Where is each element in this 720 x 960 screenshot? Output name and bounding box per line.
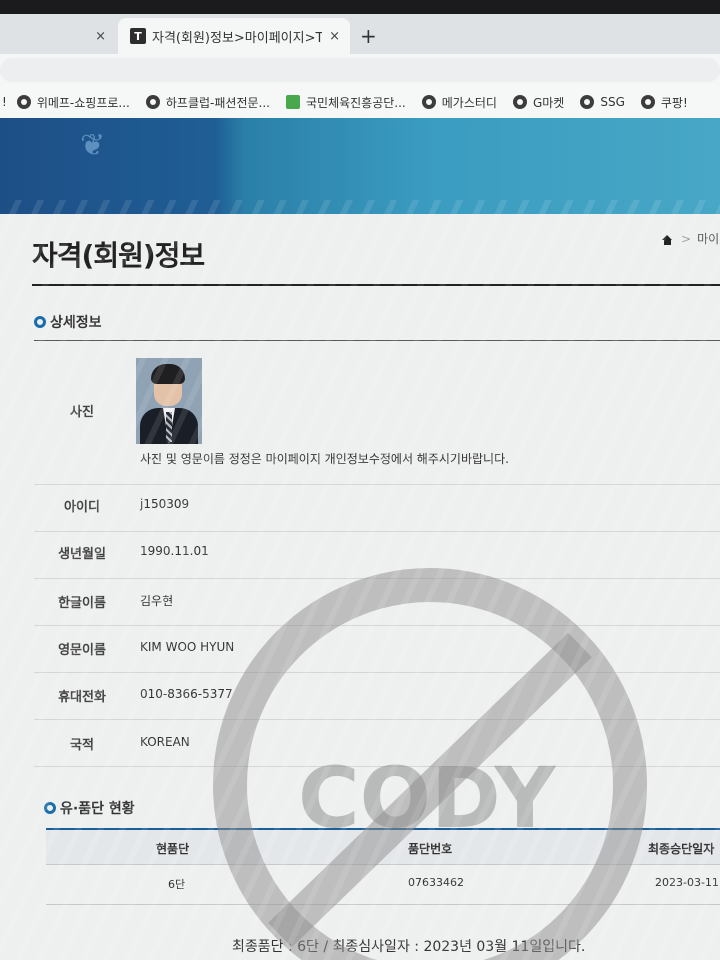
bookmark-label: 위메프-쇼핑프로...	[36, 95, 130, 110]
section-details-heading: 상세정보	[34, 312, 102, 332]
details-table-top-rule	[34, 340, 720, 341]
birthdate-value: 1990.11.01	[140, 544, 209, 558]
row-divider	[34, 484, 720, 485]
bookmark-halfclub[interactable]: 하프클럽-패션전문...	[145, 94, 270, 111]
page-title: 자격(회원)정보	[32, 239, 205, 272]
mobile-value: 010-8366-5377	[140, 687, 233, 701]
row-divider	[34, 719, 720, 720]
bookmark-megastudy[interactable]: 메가스터디	[421, 94, 497, 111]
birthdate-label: 생년월일	[58, 547, 106, 562]
bullet-circle-icon	[44, 802, 56, 814]
monitor-bezel	[0, 0, 720, 14]
tab-close-icon[interactable]: ×	[95, 29, 106, 44]
row-divider	[34, 578, 720, 579]
globe-icon	[640, 95, 655, 109]
nationality-label: 국적	[70, 738, 94, 753]
globe-icon	[16, 95, 31, 109]
row-divider	[34, 672, 720, 673]
tab-strip: × T 자격(회원)정보>마이페이지>To × +	[0, 14, 720, 54]
korean-name-value: 김우현	[140, 594, 174, 608]
column-header: 품단번호	[408, 842, 453, 856]
tab-active[interactable]: T 자격(회원)정보>마이페이지>To ×	[118, 18, 350, 54]
row-divider	[34, 531, 720, 532]
table-cell-grade: 6단	[168, 878, 186, 891]
bookmark-kspo[interactable]: 국민체육진흥공단...	[285, 94, 406, 111]
section-title: 유·품단 현황	[60, 801, 135, 817]
grade-summary: 최종품단 : 6단 / 최종심사일자 : 2023년 03월 11일입니다.	[232, 939, 586, 955]
row-divider	[46, 864, 720, 865]
banner-graphic-icon: ❦	[80, 128, 106, 163]
bookmark-label: 국민체육진흥공단...	[305, 95, 406, 110]
table-cell-promotion-date: 2023-03-11	[655, 876, 719, 889]
bookmark-label: G마켓	[532, 95, 565, 110]
bookmark-item[interactable]: !	[2, 95, 7, 109]
kspo-icon	[285, 95, 300, 109]
tab-previous[interactable]: ×	[0, 18, 118, 54]
korean-name-label: 한글이름	[58, 596, 106, 611]
row-divider	[34, 625, 720, 626]
home-icon[interactable]	[662, 234, 673, 245]
mobile-label: 휴대전화	[58, 690, 106, 705]
bookmark-label: 메가스터디	[441, 95, 497, 110]
address-bar-area	[0, 54, 720, 86]
english-name-label: 영문이름	[58, 643, 106, 658]
english-name-value: KIM WOO HYUN	[140, 640, 235, 654]
address-bar[interactable]	[0, 58, 720, 82]
column-header: 현품단	[156, 842, 190, 856]
breadcrumb-separator: >	[681, 232, 692, 246]
breadcrumb: > 마이	[662, 230, 719, 247]
row-divider	[46, 904, 720, 905]
new-tab-button[interactable]: +	[360, 24, 377, 48]
section-title: 상세정보	[50, 315, 102, 331]
member-photo	[136, 358, 202, 444]
bullet-circle-icon	[34, 316, 46, 328]
title-divider	[32, 284, 720, 286]
globe-icon	[145, 95, 160, 109]
section-grades-heading: 유·품단 현황	[44, 798, 135, 818]
site-favicon-icon: T	[130, 28, 146, 44]
breadcrumb-current[interactable]: 마이	[697, 232, 719, 246]
table-cell-grade-number: 07633462	[408, 876, 464, 889]
bookmark-ssg[interactable]: SSG	[580, 95, 625, 109]
grades-table-header: 현품단 품단번호 최종승단일자	[46, 830, 720, 864]
bookmark-coupang[interactable]: 쿠팡!	[640, 94, 688, 111]
column-header: 최종승단일자	[648, 842, 715, 856]
id-label: 아이디	[64, 500, 100, 515]
photo-note: 사진 및 영문이름 정정은 마이페이지 개인정보수정에서 해주시기바랍니다.	[140, 452, 509, 466]
tab-close-icon[interactable]: ×	[329, 29, 340, 44]
globe-icon	[512, 95, 527, 109]
bookmark-wemakeprice[interactable]: 위메프-쇼핑프로...	[16, 94, 130, 111]
row-divider	[34, 766, 720, 767]
nationality-value: KOREAN	[140, 735, 190, 749]
bookmark-gmarket[interactable]: G마켓	[512, 94, 565, 111]
bookmark-label: SSG	[600, 95, 625, 109]
globe-icon	[421, 95, 436, 109]
site-banner: ❦	[0, 118, 720, 214]
bookmark-label: 하프클럽-패션전문...	[165, 95, 270, 110]
photo-label: 사진	[70, 405, 94, 420]
globe-icon	[580, 95, 595, 109]
id-value: j150309	[140, 497, 190, 511]
tab-title: 자격(회원)정보>마이페이지>To	[152, 30, 322, 46]
bookmarks-bar: ! 위메프-쇼핑프로... 하프클럽-패션전문... 국민체육진흥공단... 메…	[0, 86, 720, 118]
bookmark-label: 쿠팡!	[660, 95, 688, 110]
page-content: > 마이 자격(회원)정보 상세정보 사진 사진 및 영문이름 정정은 마이페이지…	[0, 214, 720, 960]
